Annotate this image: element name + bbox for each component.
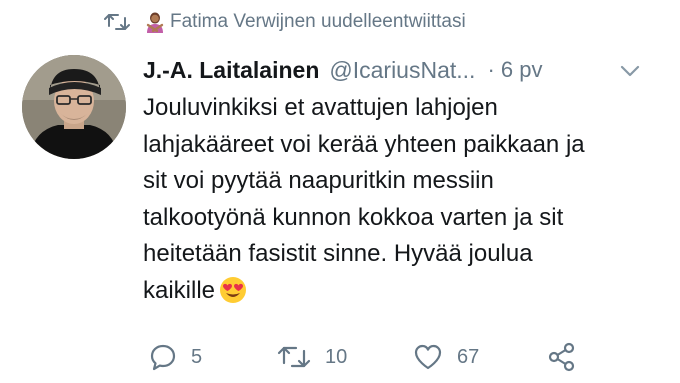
- tweet-text-last-line: kaikille: [143, 273, 663, 310]
- reply-count: 5: [191, 345, 203, 368]
- tweet-text-line: talkootyönä kunnon kokkoa varten ja sit: [143, 203, 564, 231]
- heart-icon: [413, 343, 443, 371]
- like-button[interactable]: 67: [413, 340, 479, 374]
- tweet-text-line: lahjakääreet voi kerää yhteen paikkaan j…: [143, 130, 585, 158]
- tweet-text-line: heitetään fasistit sinne. Hyvää joulua: [143, 240, 533, 267]
- tweet-timestamp[interactable]: · 6 pv: [487, 57, 542, 83]
- tweet-header: J.-A. Laitalainen @IcariusNat... · 6 pv: [143, 52, 663, 88]
- share-button[interactable]: [547, 340, 591, 374]
- tweet-text-line: kaikille: [143, 276, 216, 304]
- retweet-icon: [104, 11, 130, 33]
- tweet-text: Jouluvinkiksi et avattujen lahjojen lahj…: [143, 90, 663, 309]
- tweet-actions: 5 10 67: [143, 340, 643, 374]
- author-name[interactable]: J.-A. Laitalainen: [143, 57, 319, 84]
- retweet-icon: [277, 344, 311, 370]
- chevron-down-icon[interactable]: [619, 60, 641, 82]
- retweet-context-text[interactable]: Fatima Verwijnen uudelleentwiittasi: [170, 11, 466, 33]
- retweet-context: Fatima Verwijnen uudelleentwiittasi: [104, 8, 466, 36]
- reply-button[interactable]: 5: [149, 340, 202, 374]
- smiling-face-with-heart-eyes-emoji: [219, 276, 247, 304]
- tweet-text-line: sit voi pyytää naapuritkin messiin: [143, 167, 494, 194]
- share-icon: [547, 342, 577, 372]
- retweet-count: 10: [325, 345, 348, 368]
- tweet-text-line: Jouluvinkiksi et avattujen lahjojen: [143, 94, 498, 121]
- reply-icon: [149, 343, 177, 371]
- retweet-button[interactable]: 10: [277, 340, 347, 374]
- like-count: 67: [457, 345, 480, 368]
- person-gesturing-no-emoji: [144, 11, 166, 33]
- avatar[interactable]: [22, 55, 126, 159]
- author-handle[interactable]: @IcariusNat...: [329, 57, 475, 84]
